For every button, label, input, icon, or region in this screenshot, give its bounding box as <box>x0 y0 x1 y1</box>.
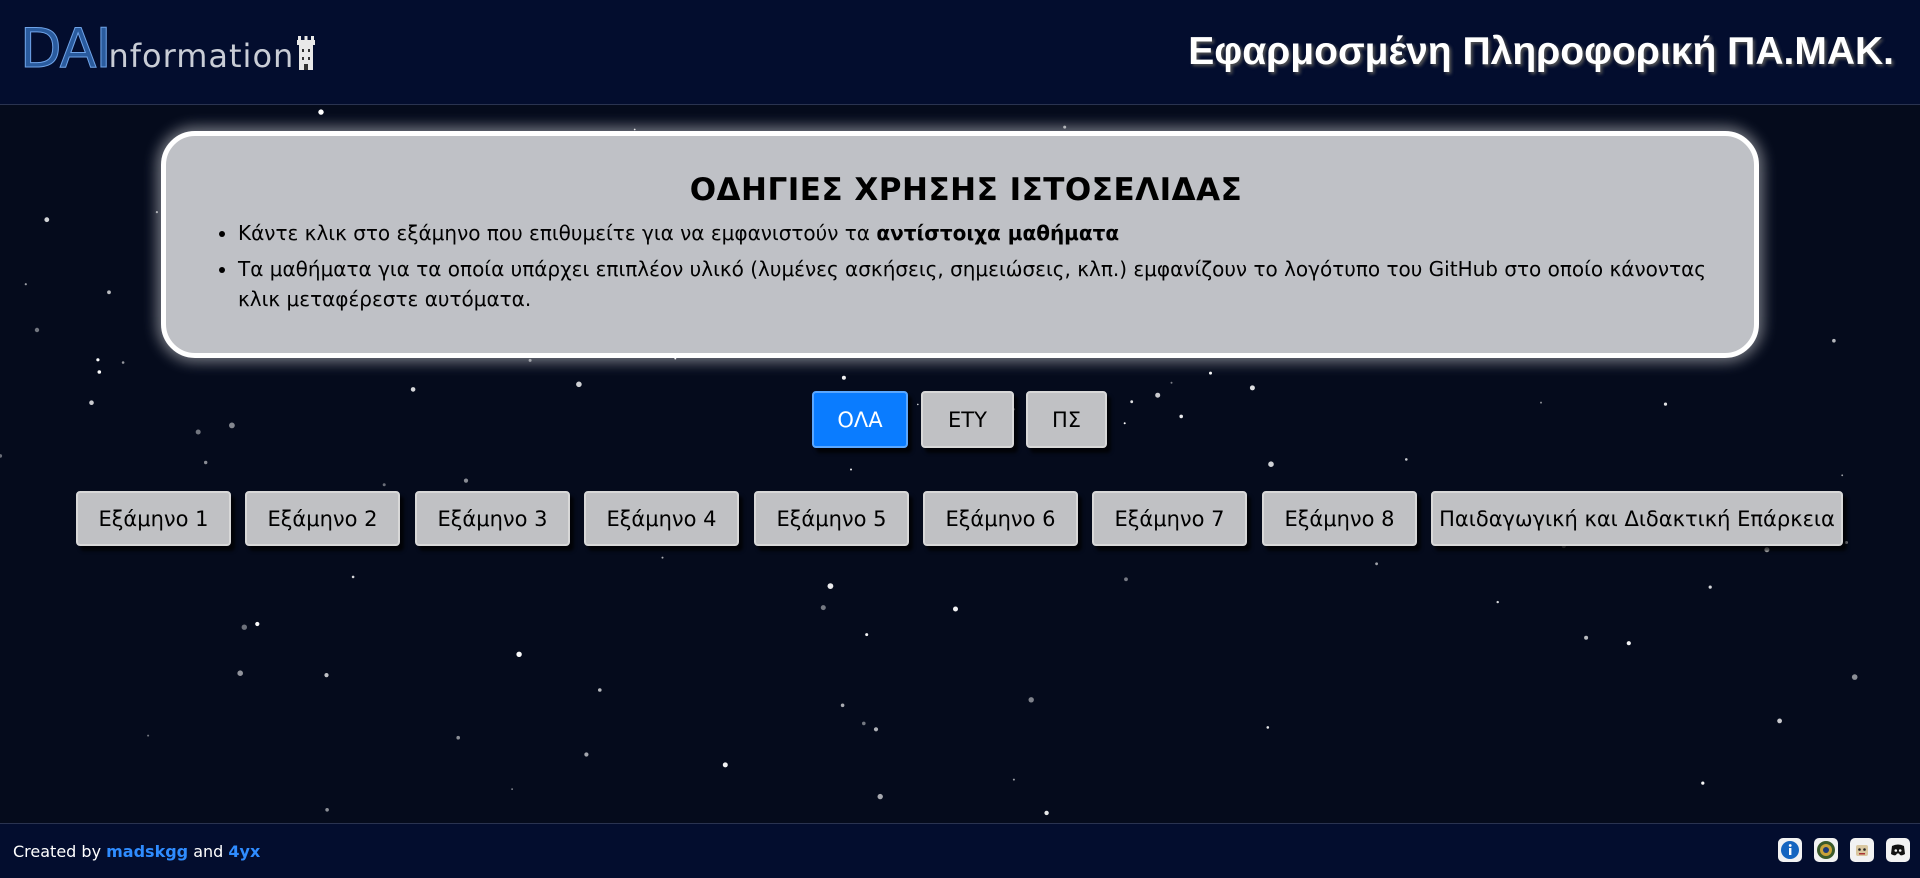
star <box>97 370 102 374</box>
star <box>827 583 834 589</box>
semester-4-button[interactable]: Εξάμηνο 4 <box>584 491 739 546</box>
star <box>1063 125 1067 129</box>
filter-ety-button[interactable]: ΕΤΥ <box>921 391 1014 448</box>
white-tower-icon <box>297 36 316 70</box>
star <box>1266 726 1270 729</box>
footer-icons <box>1778 838 1910 862</box>
star <box>147 734 150 737</box>
mascot-icon[interactable] <box>1850 838 1874 862</box>
instructions-list: Κάντε κλικ στο εξάμηνο που επιθυμείτε γι… <box>218 218 1714 314</box>
star <box>34 327 40 333</box>
star <box>511 788 513 790</box>
star <box>237 670 243 676</box>
star <box>325 808 329 812</box>
star <box>873 727 879 732</box>
semester-7-button[interactable]: Εξάμηνο 7 <box>1092 491 1247 546</box>
semester-6-button[interactable]: Εξάμηνο 6 <box>923 491 1078 546</box>
star <box>1584 635 1589 640</box>
star <box>528 358 532 362</box>
semester-3-button[interactable]: Εξάμηνο 3 <box>415 491 570 546</box>
star <box>576 381 582 388</box>
footer: Created by madskgg and 4yx <box>0 823 1920 878</box>
instructions-heading: ΟΔΗΓΙΕΣ ΧΡΗΣΗΣ ΙΣΤΟΣΕΛΙΔΑΣ <box>689 172 1243 208</box>
star <box>382 483 386 487</box>
star <box>1832 338 1836 343</box>
dai-logo[interactable]: DAI nformation <box>20 17 316 80</box>
star <box>1405 458 1408 461</box>
star <box>1124 577 1128 582</box>
star <box>1701 781 1705 785</box>
author-link-4yx[interactable]: 4yx <box>228 842 260 861</box>
header: DAI nformation Εφαρμοσμένη Πληροφορική Π… <box>0 0 1920 105</box>
semester-2-button[interactable]: Εξάμηνο 2 <box>245 491 400 546</box>
star <box>44 217 50 223</box>
semester-buttons: Εξάμηνο 1 Εξάμηνο 2 Εξάμηνο 3 Εξάμηνο 4 … <box>0 491 1920 546</box>
star <box>1028 697 1034 703</box>
star <box>1841 474 1844 477</box>
star <box>722 762 728 768</box>
site-title: Εφαρμοσμένη Πληροφορική ΠΑ.ΜΑΚ. <box>1188 30 1894 73</box>
star <box>351 575 355 579</box>
filter-tabs: ΟΛΑ ΕΤΥ ΠΣ <box>0 391 1920 448</box>
semester-5-button[interactable]: Εξάμηνο 5 <box>754 491 909 546</box>
star <box>516 651 522 657</box>
credits-label: Created by <box>13 842 102 861</box>
credits: Created by madskgg and 4yx <box>13 842 260 861</box>
star <box>865 633 869 637</box>
star <box>0 454 3 458</box>
star <box>155 211 158 214</box>
credits-and: and <box>193 842 224 861</box>
star <box>24 283 27 286</box>
star <box>121 361 125 364</box>
star <box>463 478 469 483</box>
star <box>204 460 208 465</box>
instruction-item-semester: Κάντε κλικ στο εξάμηνο που επιθυμείτε γι… <box>238 218 1714 248</box>
star <box>318 109 324 115</box>
info-icon[interactable] <box>1778 838 1802 862</box>
star <box>1375 562 1378 566</box>
logo-information-text: nformation <box>108 37 295 75</box>
university-seal-icon[interactable] <box>1814 838 1838 862</box>
pedagogy-button[interactable]: Παιδαγωγική και Διδακτική Επάρκεια <box>1431 491 1843 546</box>
star <box>96 358 100 362</box>
star <box>1012 778 1015 781</box>
semester-1-button[interactable]: Εξάμηνο 1 <box>76 491 231 546</box>
star <box>953 606 958 612</box>
instructions-panel: ΟΔΗΓΙΕΣ ΧΡΗΣΗΣ ΙΣΤΟΣΕΛΙΔΑΣ Κάντε κλικ στ… <box>161 131 1759 358</box>
author-link-madskgg[interactable]: madskgg <box>106 842 188 861</box>
instruction-item-github: Τα μαθήματα για τα οποία υπάρχει επιπλέο… <box>238 254 1714 314</box>
discord-icon[interactable] <box>1886 838 1910 862</box>
star <box>1851 674 1858 680</box>
star <box>1268 461 1274 468</box>
star <box>1764 547 1770 553</box>
instruction-item-semester-bold: αντίστοιχα μαθήματα <box>876 221 1120 245</box>
instruction-item-semester-text: Κάντε κλικ στο εξάμηνο που επιθυμείτε γι… <box>238 221 877 245</box>
star <box>841 375 846 380</box>
star <box>255 621 260 627</box>
filter-all-button[interactable]: ΟΛΑ <box>812 391 908 448</box>
star <box>1044 810 1049 816</box>
star <box>1626 641 1631 646</box>
filter-ps-button[interactable]: ΠΣ <box>1026 391 1107 448</box>
star <box>1496 600 1499 604</box>
star <box>324 673 329 678</box>
star <box>456 735 461 740</box>
star <box>1249 385 1255 391</box>
semester-8-button[interactable]: Εξάμηνο 8 <box>1262 491 1417 546</box>
star <box>1170 381 1173 384</box>
star <box>1777 718 1782 724</box>
star <box>862 721 866 726</box>
star <box>598 688 602 692</box>
star <box>850 468 852 471</box>
star <box>241 624 247 630</box>
star <box>840 703 845 708</box>
star <box>584 752 589 757</box>
star <box>877 793 883 800</box>
star <box>1708 585 1712 589</box>
star <box>661 556 664 559</box>
logo-dai-text: DAI <box>20 17 112 80</box>
star <box>107 290 111 295</box>
star <box>1209 371 1212 375</box>
star <box>820 605 826 611</box>
